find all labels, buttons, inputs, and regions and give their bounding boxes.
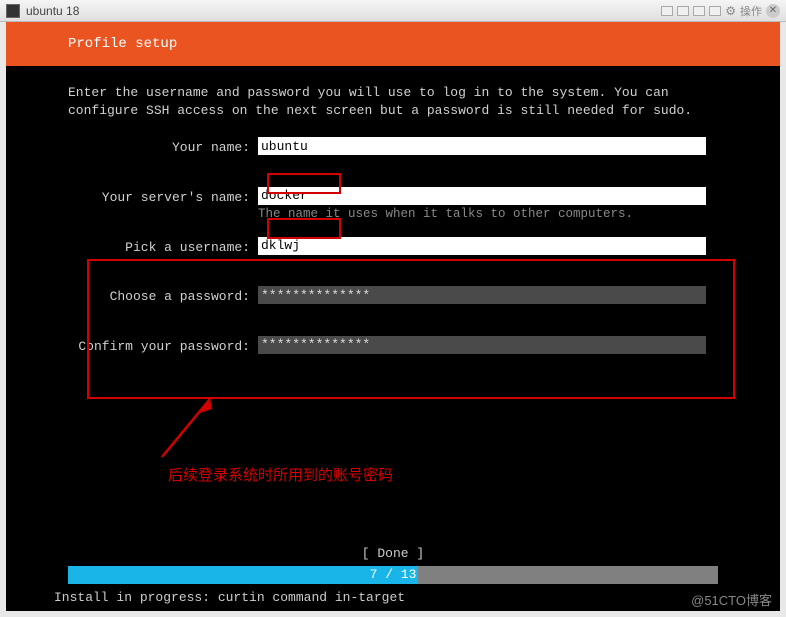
row-server-name: Your server's name: The name it uses whe… [68,187,780,223]
password-label: Choose a password: [68,286,258,306]
close-icon[interactable]: ✕ [766,4,780,18]
annotation-text: 后续登录系统时所用到的账号密码 [168,464,393,485]
progress-text: 7 / 13 [68,566,718,584]
username-input[interactable] [258,237,706,255]
progress-bar: 7 / 13 [68,566,718,584]
server-name-hint: The name it uses when it talks to other … [258,206,706,223]
confirm-password-input[interactable] [258,336,706,354]
window-titlebar: ubuntu 18 ⚙ 操作 ✕ [0,0,786,22]
installer-screen: Profile setup Enter the username and pas… [6,22,780,611]
row-confirm-password: Confirm your password: [68,336,780,356]
password-input[interactable] [258,286,706,304]
page-title-bar: Profile setup [6,22,780,66]
done-button[interactable]: [ Done ] [6,546,780,561]
window-title: ubuntu 18 [26,4,79,18]
annotation-arrow-icon [150,399,240,469]
install-status-line: Install in progress: curtin command in-t… [6,584,780,611]
window-controls: ⚙ 操作 ✕ [661,3,780,19]
row-password: Choose a password: [68,286,780,306]
your-name-input[interactable] [258,137,706,155]
window-button-3[interactable] [693,6,705,16]
your-name-label: Your name: [68,137,258,157]
confirm-password-label: Confirm your password: [68,336,258,356]
window-button-1[interactable] [661,6,673,16]
server-name-label: Your server's name: [68,187,258,207]
username-label: Pick a username: [68,237,258,257]
progress-area: 7 / 13 Install in progress: curtin comma… [6,566,780,611]
server-name-input[interactable] [258,187,706,205]
watermark: @51CTO博客 [691,590,772,609]
window-action-label[interactable]: 操作 [740,3,762,19]
page-title: Profile setup [68,36,177,52]
window-button-2[interactable] [677,6,689,16]
content-area: Enter the username and password you will… [6,66,780,355]
window-button-4[interactable] [709,6,721,16]
row-your-name: Your name: [68,137,780,157]
row-username: Pick a username: [68,237,780,257]
window-app-icon [6,4,20,18]
gear-icon[interactable]: ⚙ [725,4,736,18]
intro-text: Enter the username and password you will… [68,84,708,119]
